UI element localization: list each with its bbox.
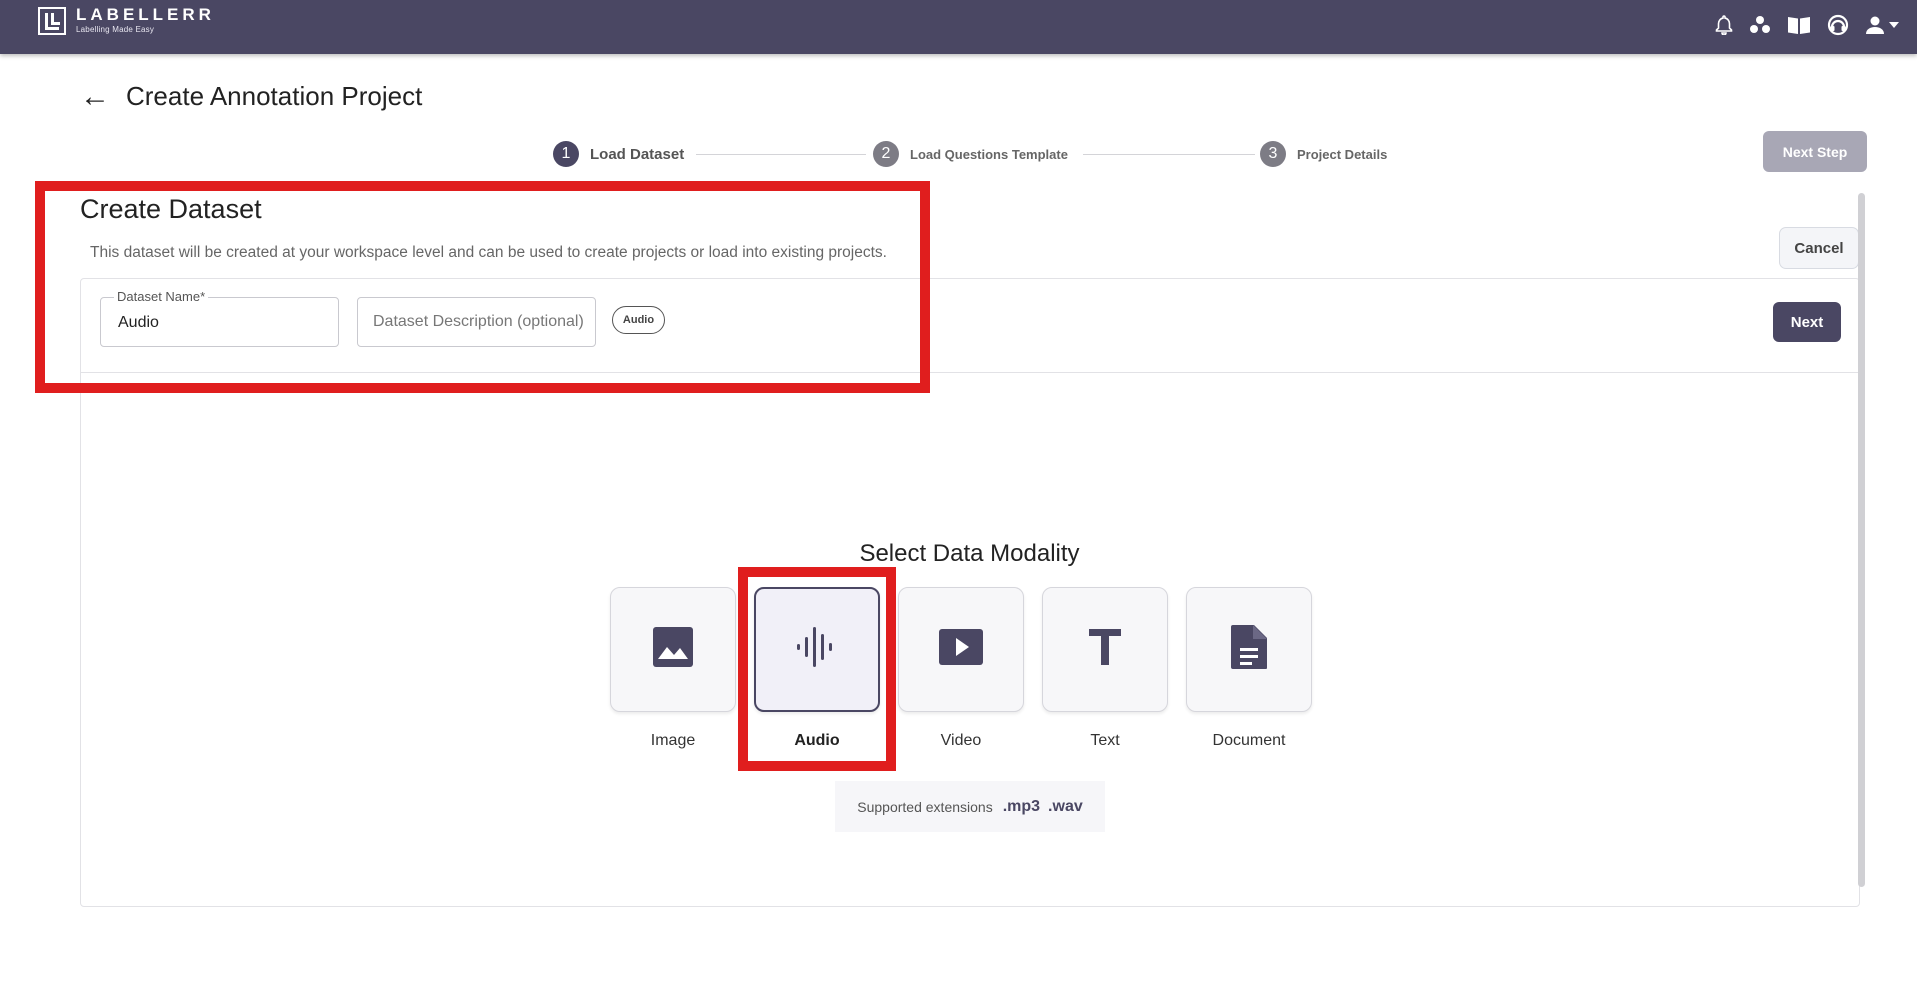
step-label: Load Dataset	[590, 145, 685, 163]
modality-tile-audio[interactable]	[754, 587, 880, 712]
dataset-name-field[interactable]: Dataset Name* Audio	[100, 289, 339, 347]
modality-tile-video[interactable]	[898, 587, 1024, 712]
supported-extensions-label: Supported extensions	[857, 798, 993, 815]
step-project-details: 3 Project Details	[1260, 141, 1387, 167]
dataset-name-value[interactable]: Audio	[118, 314, 159, 332]
modality-label-audio: Audio	[794, 732, 840, 749]
create-dataset-title: Create Dataset	[80, 194, 262, 224]
extension-wav: .wav	[1048, 797, 1083, 815]
step-connector	[696, 154, 866, 155]
support-icon[interactable]	[1827, 14, 1849, 36]
panel-divider	[81, 372, 1859, 373]
step-connector	[1083, 154, 1255, 155]
next-step-button[interactable]: Next Step	[1763, 131, 1867, 172]
step-label: Load Questions Template	[910, 146, 1068, 162]
create-dataset-description: This dataset will be created at your wor…	[90, 244, 887, 261]
document-icon	[1230, 624, 1268, 675]
image-icon	[652, 626, 694, 673]
modality-tile-image[interactable]	[610, 587, 736, 712]
step-number: 2	[873, 141, 899, 167]
step-load-questions-template: 2 Load Questions Template	[873, 141, 1068, 167]
cancel-button[interactable]: Cancel	[1779, 227, 1859, 269]
top-navigation-bar: LABELLERR Labelling Made Easy	[0, 0, 1917, 54]
organization-icon[interactable]	[1749, 15, 1771, 35]
brand-name: LABELLERR	[76, 5, 215, 24]
modality-label-text: Text	[1090, 732, 1120, 749]
supported-extensions: Supported extensions .mp3 .wav	[835, 781, 1105, 832]
modality-chip: Audio	[612, 306, 665, 334]
next-button[interactable]: Next	[1773, 302, 1841, 342]
audio-wave-icon	[794, 624, 840, 675]
dataset-description-field[interactable]: Dataset Description (optional)	[357, 297, 596, 347]
project-stepper: 1 Load Dataset 2 Load Questions Template…	[553, 141, 1393, 167]
user-icon	[1866, 16, 1884, 34]
modality-label-document: Document	[1212, 732, 1286, 749]
modality-tile-text[interactable]	[1042, 587, 1168, 712]
logo-mark-icon	[38, 7, 66, 35]
user-menu[interactable]	[1865, 15, 1899, 35]
labellerr-logo[interactable]: LABELLERR Labelling Made Easy	[38, 6, 215, 35]
extension-mp3: .mp3	[1002, 797, 1041, 815]
bell-icon[interactable]	[1715, 15, 1733, 35]
video-play-icon	[938, 628, 984, 671]
page-title: Create Annotation Project	[126, 81, 423, 111]
book-icon[interactable]	[1787, 15, 1811, 35]
caret-down-icon	[1889, 22, 1899, 28]
step-number: 3	[1260, 141, 1286, 167]
modality-tile-document[interactable]	[1186, 587, 1312, 712]
back-button[interactable]: ←	[80, 82, 110, 112]
modality-label-video: Video	[940, 732, 982, 749]
modality-label-image: Image	[650, 732, 696, 749]
step-label: Project Details	[1297, 146, 1388, 162]
dataset-name-label: Dataset Name*	[114, 289, 209, 304]
text-icon	[1087, 627, 1123, 672]
select-modality-title: Select Data Modality	[859, 540, 1080, 567]
dataset-description-placeholder[interactable]: Dataset Description (optional)	[373, 313, 584, 331]
step-load-dataset: 1 Load Dataset	[553, 141, 684, 167]
brand-tagline: Labelling Made Easy	[76, 25, 155, 34]
step-number: 1	[553, 141, 579, 167]
